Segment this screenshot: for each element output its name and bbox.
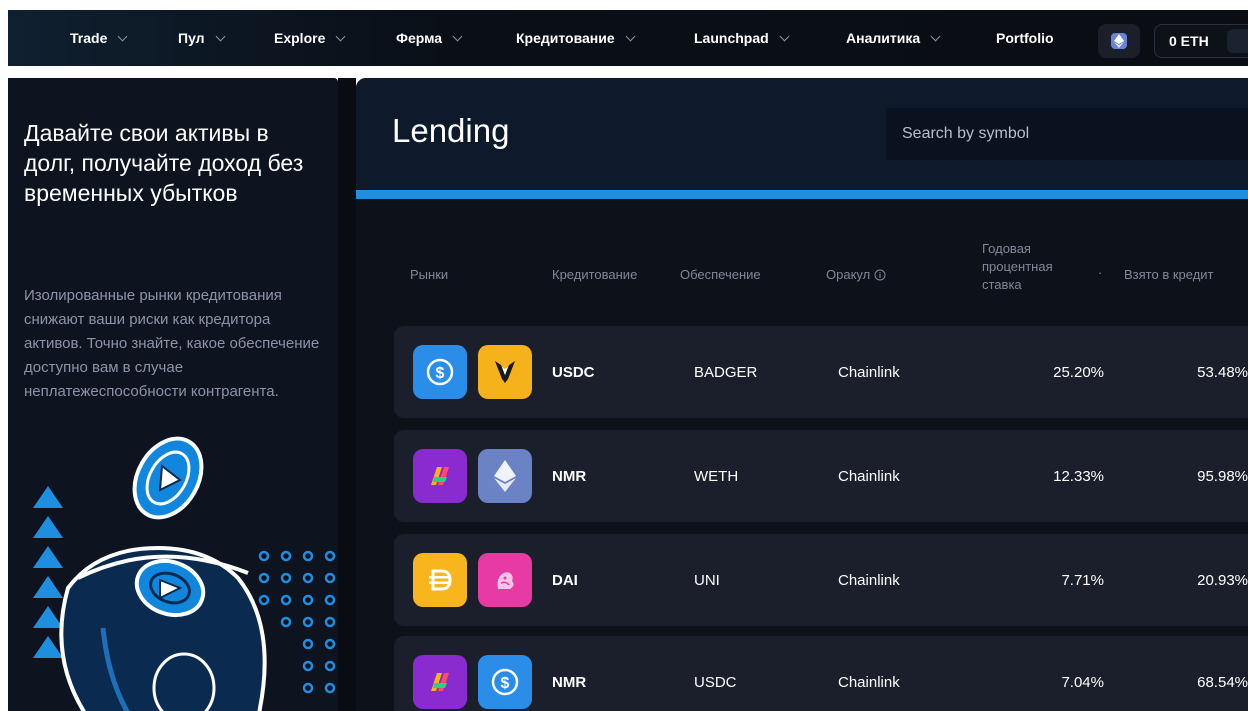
wallet-balance: 0 ETH: [1169, 33, 1209, 49]
table-row[interactable]: DAI UNI Chainlink 7.71% 20.93%: [394, 534, 1248, 626]
nav-launchpad[interactable]: Launchpad: [694, 10, 790, 66]
lending-panel: Lending Рынки Кредитование Обеспечение О…: [356, 78, 1248, 711]
oracle-name: Chainlink: [838, 467, 900, 485]
chevron-down-icon: [117, 31, 128, 41]
chevron-down-icon: [779, 31, 790, 41]
borrowed-value: 20.93%: [1197, 571, 1248, 589]
account-button[interactable]: [1227, 29, 1248, 53]
nmr-icon: [413, 449, 467, 503]
nav-farm[interactable]: Ферма: [396, 10, 463, 66]
page-title: Lending: [392, 112, 510, 149]
nav-label: Explore: [274, 30, 326, 46]
oracle-name: Chainlink: [838, 571, 900, 589]
borrowed-value: 53.48%: [1197, 363, 1248, 381]
borrowed-value: 95.98%: [1197, 467, 1248, 485]
table-row[interactable]: $ NMR USDC Chainlink 7.04% 68.54%: [394, 636, 1248, 711]
lending-asset: USDC: [552, 363, 595, 381]
lending-asset: NMR: [552, 673, 587, 691]
lending-asset: DAI: [552, 571, 578, 589]
column-header-oracle-label: Оракул: [826, 267, 871, 282]
nav-label: Пул: [178, 30, 205, 46]
borrowed-value: 68.54%: [1197, 673, 1248, 691]
svg-text:$: $: [436, 365, 445, 382]
nav-label: Trade: [70, 30, 108, 46]
column-header-collateral[interactable]: Обеспечение: [680, 266, 761, 284]
usdc-icon: $: [478, 655, 532, 709]
collateral-asset: WETH: [694, 467, 739, 485]
nav-label: Кредитование: [516, 30, 615, 46]
dai-icon: [413, 553, 467, 607]
promo-illustration: [33, 436, 336, 711]
nav-label: Portfolio: [996, 30, 1054, 46]
chevron-down-icon: [335, 31, 346, 41]
collateral-asset: USDC: [694, 673, 737, 691]
nav-label: Аналитика: [846, 30, 921, 46]
lending-header: Lending: [356, 78, 1248, 190]
sort-dot-icon[interactable]: ·: [1098, 264, 1102, 282]
table-row[interactable]: $ USDC BADGER Chainlink 25.20% 53.48%: [394, 326, 1248, 418]
apr-value: 25.20%: [1053, 363, 1104, 381]
table-row[interactable]: NMR WETH Chainlink 12.33% 95.98%: [394, 430, 1248, 522]
oracle-name: Chainlink: [838, 363, 900, 381]
network-selector-button[interactable]: [1098, 24, 1140, 58]
column-header-apr[interactable]: Годовая процентная ставка: [982, 240, 1082, 294]
oracle-name: Chainlink: [838, 673, 900, 691]
column-header-oracle[interactable]: Оракул: [826, 266, 886, 284]
chevron-down-icon: [452, 31, 463, 41]
column-header-borrowed[interactable]: Взято в кредит: [1124, 266, 1214, 284]
wallet-balance-button[interactable]: 0 ETH: [1154, 24, 1248, 58]
column-header-lending[interactable]: Кредитование: [552, 266, 637, 284]
info-icon[interactable]: [874, 269, 886, 281]
chevron-down-icon: [930, 31, 941, 41]
badger-icon: [478, 345, 532, 399]
header-accent-bar: [356, 190, 1248, 199]
svg-text:$: $: [501, 675, 510, 692]
chevron-down-icon: [625, 31, 636, 41]
nav-label: Ферма: [396, 30, 443, 46]
apr-value: 7.04%: [1061, 673, 1104, 691]
nav-trade[interactable]: Trade: [70, 10, 128, 66]
nav-analytics[interactable]: Аналитика: [846, 10, 941, 66]
usdc-icon: $: [413, 345, 467, 399]
weth-icon: [478, 449, 532, 503]
column-header-markets[interactable]: Рынки: [410, 266, 448, 284]
apr-value: 7.71%: [1061, 571, 1104, 589]
nmr-icon: [413, 655, 467, 709]
collateral-asset: UNI: [694, 571, 720, 589]
collateral-asset: BADGER: [694, 363, 758, 381]
lending-asset: NMR: [552, 467, 587, 485]
panel-gap: [338, 78, 356, 711]
nav-pool[interactable]: Пул: [178, 10, 226, 66]
uni-icon: [478, 553, 532, 607]
nav-portfolio[interactable]: Portfolio: [996, 10, 1054, 66]
nav-label: Launchpad: [694, 30, 769, 46]
nav-lending[interactable]: Кредитование: [516, 10, 636, 66]
ethereum-icon: [1111, 33, 1127, 49]
apr-value: 12.33%: [1053, 467, 1104, 485]
nav-explore[interactable]: Explore: [274, 10, 346, 66]
search-input[interactable]: [886, 108, 1248, 160]
top-nav: Trade Пул Explore Ферма Кредитование Lau…: [8, 10, 1248, 66]
promo-panel: Давайте свои активы в долг, получайте до…: [8, 78, 338, 711]
chevron-down-icon: [215, 31, 226, 41]
promo-title: Давайте свои активы в долг, получайте до…: [24, 120, 304, 206]
promo-description: Изолированные рынки кредитования снижают…: [24, 287, 320, 400]
